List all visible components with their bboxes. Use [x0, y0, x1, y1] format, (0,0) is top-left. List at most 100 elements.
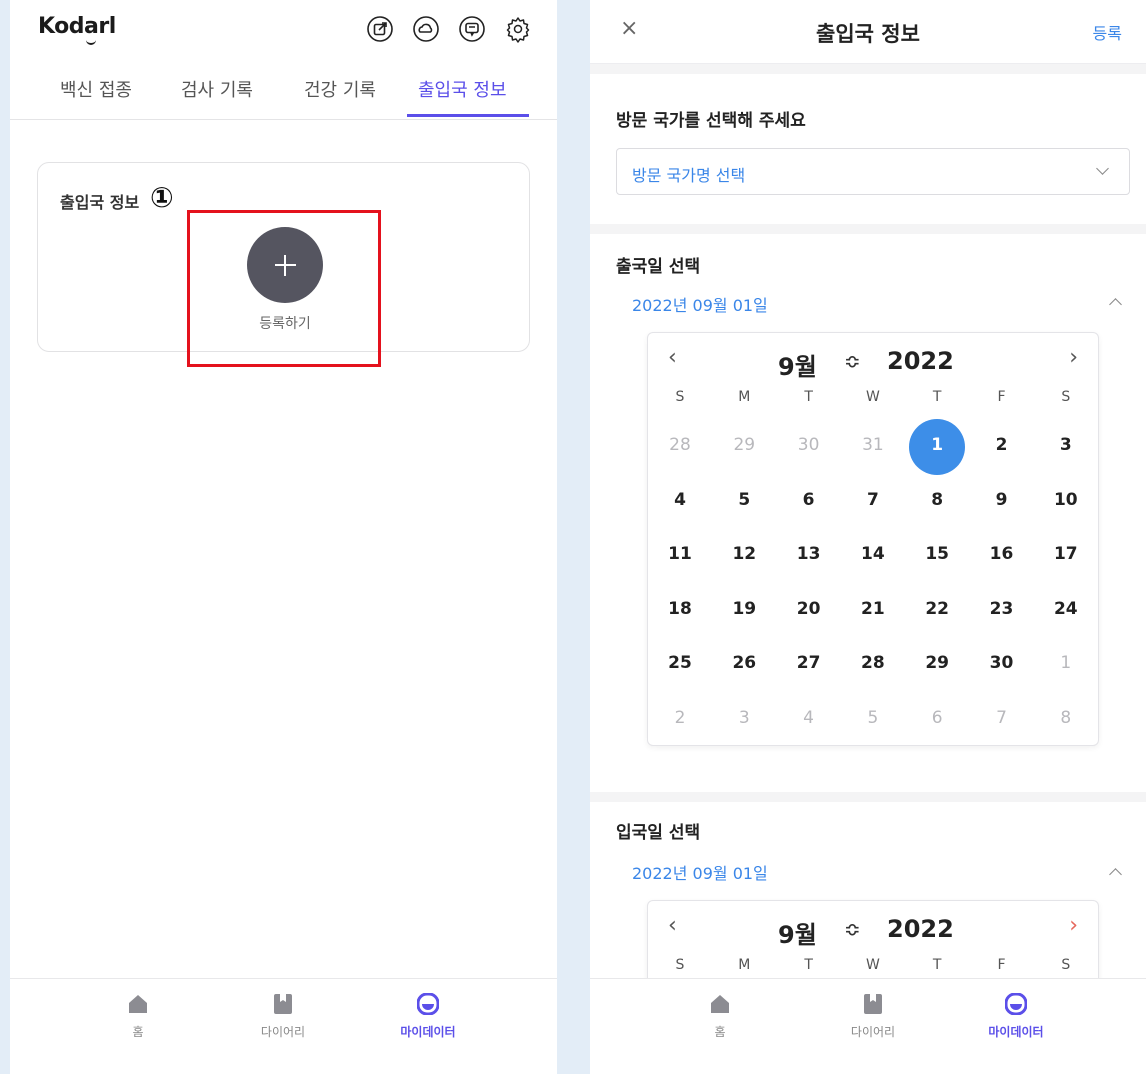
calendar-day[interactable]: 24: [1046, 599, 1086, 619]
chevron-down-icon: [1096, 162, 1109, 175]
calendar-day[interactable]: 30: [982, 653, 1022, 673]
tab-vaccination[interactable]: 백신 접종: [60, 76, 132, 102]
calendar-day-selected[interactable]: 1: [917, 435, 957, 455]
nav-diary[interactable]: 다이어리: [823, 993, 923, 1040]
weekday-label: W: [865, 957, 880, 973]
calendar-day[interactable]: 4: [660, 490, 700, 510]
calendar-month: 9월: [778, 353, 817, 381]
nav-diary-label: 다이어리: [260, 1025, 306, 1039]
diary-icon: [864, 994, 882, 1014]
calendar-day[interactable]: 26: [724, 653, 764, 673]
home-icon: [129, 995, 147, 1013]
calendar-day[interactable]: 12: [724, 544, 764, 564]
immigration-form-screen: × 출입국 정보 등록 방문 국가를 선택해 주세요 방문 국가명 선택 출국일…: [590, 0, 1146, 1074]
weekday-label: T: [804, 957, 813, 973]
chevron-up-icon[interactable]: [1109, 868, 1122, 881]
calendar-day[interactable]: 1: [1046, 653, 1086, 673]
calendar-day[interactable]: 6: [789, 490, 829, 510]
weekday-label: W: [865, 389, 880, 405]
calendar-day[interactable]: 2: [982, 435, 1022, 455]
calendar-day[interactable]: 5: [853, 708, 893, 728]
calendar-day[interactable]: 15: [917, 544, 957, 564]
prev-month-icon[interactable]: ‹: [668, 345, 677, 370]
calendar-day[interactable]: 31: [853, 435, 893, 455]
calendar-day[interactable]: 28: [853, 653, 893, 673]
nav-diary[interactable]: 다이어리: [233, 993, 333, 1040]
calendar-day[interactable]: 3: [724, 708, 764, 728]
nav-mydata[interactable]: 마이데이터: [966, 993, 1066, 1040]
gear-icon[interactable]: [503, 14, 533, 44]
nav-home-label: 홈: [714, 1025, 726, 1039]
calendar-year: 2022: [887, 347, 954, 375]
next-month-icon[interactable]: ›: [1069, 913, 1078, 938]
calendar-day[interactable]: 16: [982, 544, 1022, 564]
nav-home[interactable]: 홈: [88, 993, 188, 1040]
calendar-day[interactable]: 4: [789, 708, 829, 728]
prev-month-icon[interactable]: ‹: [668, 913, 677, 938]
calendar-day[interactable]: 8: [1046, 708, 1086, 728]
step-marker: ①: [150, 181, 174, 214]
calendar-day[interactable]: 7: [982, 708, 1022, 728]
weekday-label: S: [1061, 389, 1071, 405]
page-title: 출입국 정보: [816, 22, 920, 46]
calendar-day[interactable]: 17: [1046, 544, 1086, 564]
chat-icon[interactable]: [457, 14, 487, 44]
calendar-day[interactable]: 27: [789, 653, 829, 673]
calendar-day[interactable]: 8: [917, 490, 957, 510]
nav-home-label: 홈: [132, 1025, 144, 1039]
calendar-day[interactable]: 28: [660, 435, 700, 455]
logo-smile-mark: [86, 40, 96, 45]
month-year-toggle-icon[interactable]: ≎: [844, 917, 861, 941]
calendar-day[interactable]: 11: [660, 544, 700, 564]
nav-mydata-label: 마이데이터: [400, 1025, 456, 1039]
chevron-up-icon[interactable]: [1109, 298, 1122, 311]
calendar-day[interactable]: 3: [1046, 435, 1086, 455]
month-year-toggle-icon[interactable]: ≎: [844, 349, 861, 373]
calendar-day[interactable]: 7: [853, 490, 893, 510]
departure-calendar: ‹ 9월 ≎ 2022 › S M T W T F S 28 29 30 31 1 2 3 4 5 6 7 8 9 10…: [647, 332, 1099, 746]
calendar-day[interactable]: 18: [660, 599, 700, 619]
register-button[interactable]: 등록: [1093, 20, 1122, 44]
tab-test-records[interactable]: 검사 기록: [181, 76, 253, 102]
calendar-header: ‹ 9월 ≎ 2022 ›: [648, 345, 1100, 381]
arrival-date-value[interactable]: 2022년 09월 01일: [632, 860, 768, 884]
calendar-day[interactable]: 6: [917, 708, 957, 728]
calendar-day[interactable]: 25: [660, 653, 700, 673]
calendar-day[interactable]: 22: [917, 599, 957, 619]
next-month-icon[interactable]: ›: [1069, 345, 1078, 370]
calendar-day[interactable]: 10: [1046, 490, 1086, 510]
calendar-day[interactable]: 19: [724, 599, 764, 619]
weekday-label: S: [1061, 957, 1071, 973]
bottom-navigation: 홈 다이어리 마이데이터: [10, 978, 557, 1074]
nav-mydata[interactable]: 마이데이터: [378, 993, 478, 1040]
cloud-icon[interactable]: [411, 14, 441, 44]
departure-date-value[interactable]: 2022년 09월 01일: [632, 292, 768, 316]
calendar-day[interactable]: 30: [789, 435, 829, 455]
nav-mydata-label: 마이데이터: [988, 1025, 1044, 1039]
weekday-label: T: [932, 957, 942, 973]
calendar-day[interactable]: 20: [789, 599, 829, 619]
calendar-day[interactable]: 29: [724, 435, 764, 455]
arrival-section-title: 입국일 선택: [616, 823, 701, 843]
calendar-day[interactable]: 29: [917, 653, 957, 673]
country-select-placeholder: 방문 국가명 선택: [632, 166, 746, 185]
calendar-day[interactable]: 9: [982, 490, 1022, 510]
calendar-header: ‹ 9월 ≎ 2022 ›: [648, 913, 1100, 949]
calendar-day[interactable]: 21: [853, 599, 893, 619]
tab-immigration-info[interactable]: 출입국 정보: [418, 76, 507, 102]
calendar-day[interactable]: 14: [853, 544, 893, 564]
calendar-day[interactable]: 23: [982, 599, 1022, 619]
calendar-day[interactable]: 5: [724, 490, 764, 510]
calendar-year: 2022: [887, 915, 954, 943]
share-icon[interactable]: [365, 14, 395, 44]
tab-health-records[interactable]: 건강 기록: [304, 76, 376, 102]
calendar-month: 9월: [778, 921, 817, 949]
calendar-day[interactable]: 13: [789, 544, 829, 564]
calendar-day[interactable]: 2: [660, 708, 700, 728]
nav-home[interactable]: 홈: [670, 993, 770, 1040]
departure-section-title: 출국일 선택: [616, 257, 701, 277]
country-select[interactable]: 방문 국가명 선택: [616, 148, 1130, 195]
form-header: × 출입국 정보 등록: [590, 0, 1146, 64]
country-section: 방문 국가를 선택해 주세요 방문 국가명 선택: [590, 74, 1146, 224]
country-section-title: 방문 국가를 선택해 주세요: [616, 111, 806, 131]
